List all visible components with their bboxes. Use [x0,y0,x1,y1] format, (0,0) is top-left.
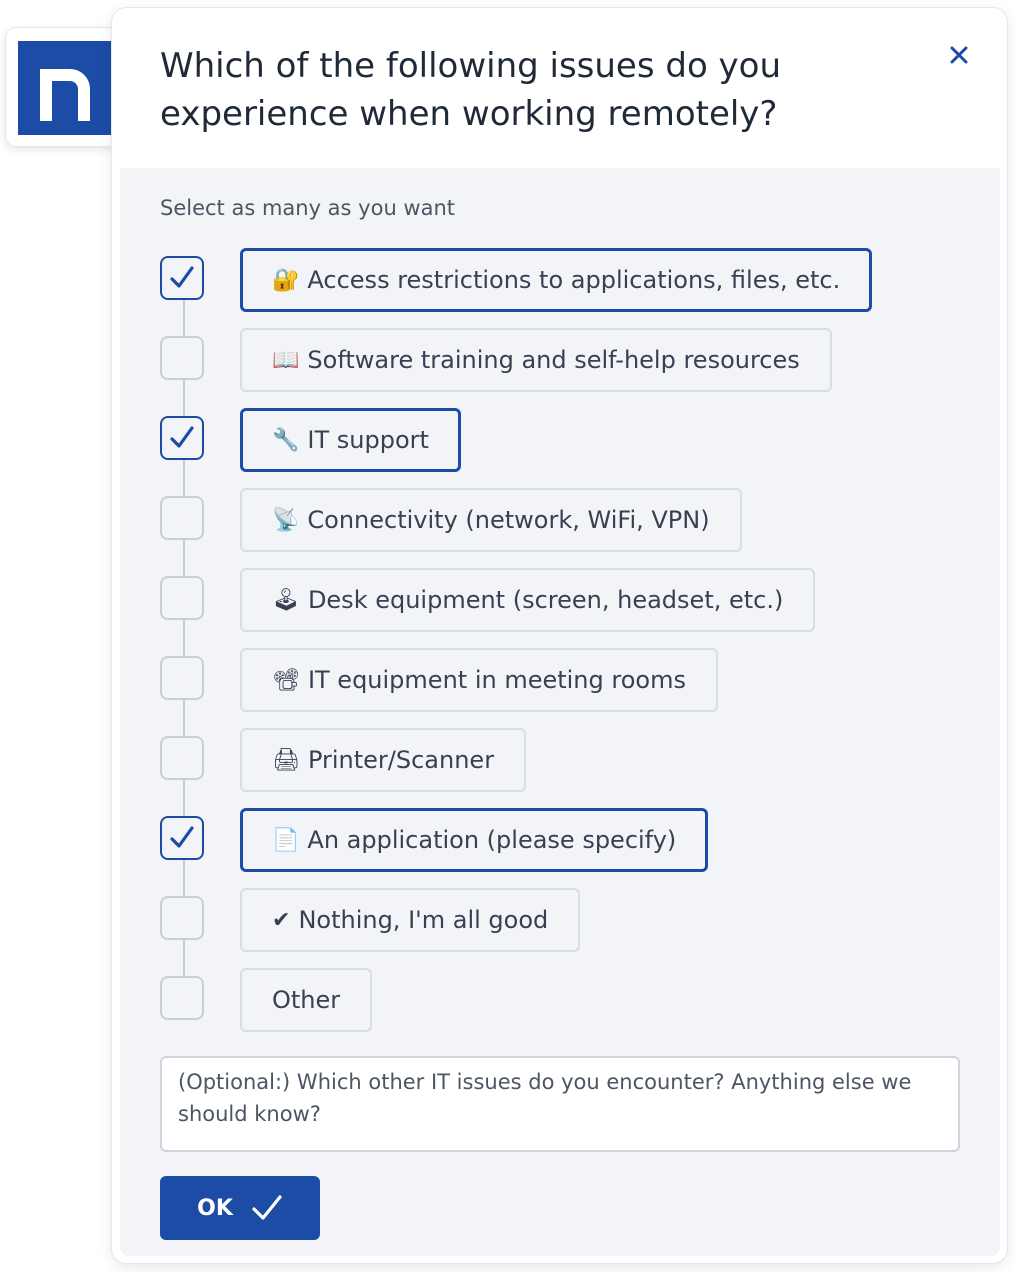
option-button[interactable]: 📽 IT equipment in meeting rooms [240,648,718,712]
option-button[interactable]: ✔ Nothing, I'm all good [240,888,581,952]
option-button[interactable]: 🔧 IT support [240,408,461,472]
option-checkbox[interactable] [160,736,204,780]
option-row: 🕹 Desk equipment (screen, headset, etc.) [120,568,1000,632]
brand-logo [6,28,122,146]
checkmark-icon [170,266,194,288]
option-label: IT support [307,426,429,454]
option-checkbox[interactable] [160,896,204,940]
option-label: An application (please specify) [307,826,677,854]
option-label: Desk equipment (screen, headset, etc.) [307,586,784,614]
option-emoji-icon: 🖨 [272,747,300,773]
checkmark-icon [252,1195,282,1220]
question-title: Which of the following issues do you exp… [160,46,782,134]
option-row: 📖 Software training and self-help resourc… [120,328,1000,392]
option-label: Nothing, I'm all good [298,906,549,934]
option-emoji-icon: ✔ [272,907,291,933]
option-button[interactable]: 📄 An application (please specify) [240,808,709,872]
option-label: Software training and self-help resource… [307,346,800,374]
option-emoji-icon: 📄 [272,827,300,853]
option-checkbox[interactable] [160,816,204,860]
close-icon [950,46,968,64]
option-row: Other [120,968,1000,1032]
option-checkbox[interactable] [160,256,204,300]
option-row: 🔧 IT support [120,408,1000,472]
answer-panel: Select as many as you want 🔐 Access restr… [120,168,1000,1256]
option-button[interactable]: 🖨 Printer/Scanner [240,728,527,792]
option-checkbox[interactable] [160,336,204,380]
option-row: 📡 Connectivity (network, WiFi, VPN) [120,488,1000,552]
option-emoji-icon: 🕹 [272,587,300,613]
option-button[interactable]: 📡 Connectivity (network, WiFi, VPN) [240,488,742,552]
option-checkbox[interactable] [160,496,204,540]
checkmark-icon [170,826,194,848]
checkmark-icon [170,426,194,448]
option-checkbox[interactable] [160,976,204,1020]
option-button[interactable]: 🕹 Desk equipment (screen, headset, etc.) [240,568,816,632]
option-label: Printer/Scanner [307,746,495,774]
option-checkbox[interactable] [160,576,204,620]
option-button[interactable]: 📖 Software training and self-help resourc… [240,328,832,392]
option-emoji-icon: 📽 [272,667,300,693]
selection-hint: Select as many as you want [160,196,456,220]
option-checkbox[interactable] [160,656,204,700]
option-button[interactable]: 🔐 Access restrictions to applications, fi… [240,248,873,312]
option-label: Access restrictions to applications, fil… [307,266,841,294]
option-label: Connectivity (network, WiFi, VPN) [307,506,710,534]
option-label: IT equipment in meeting rooms [307,666,686,694]
option-row: 📽 IT equipment in meeting rooms [120,648,1000,712]
option-row: 📄 An application (please specify) [120,808,1000,872]
option-emoji-icon: 📡 [272,507,300,533]
close-button[interactable] [944,40,974,70]
option-emoji-icon: 🔧 [272,427,300,453]
option-label: Other [272,986,341,1014]
option-button[interactable]: Other [240,968,373,1032]
ok-button[interactable]: OK [160,1176,320,1240]
option-row: 🔐 Access restrictions to applications, fi… [120,248,1000,312]
option-row: 🖨 Printer/Scanner [120,728,1000,792]
comment-input[interactable] [160,1056,960,1152]
option-emoji-icon: 🔐 [272,267,300,293]
option-row: ✔ Nothing, I'm all good [120,888,1000,952]
ok-label: OK [197,1195,233,1221]
option-emoji-icon: 📖 [272,347,300,373]
n-logo-icon [18,41,112,135]
option-checkbox[interactable] [160,416,204,460]
